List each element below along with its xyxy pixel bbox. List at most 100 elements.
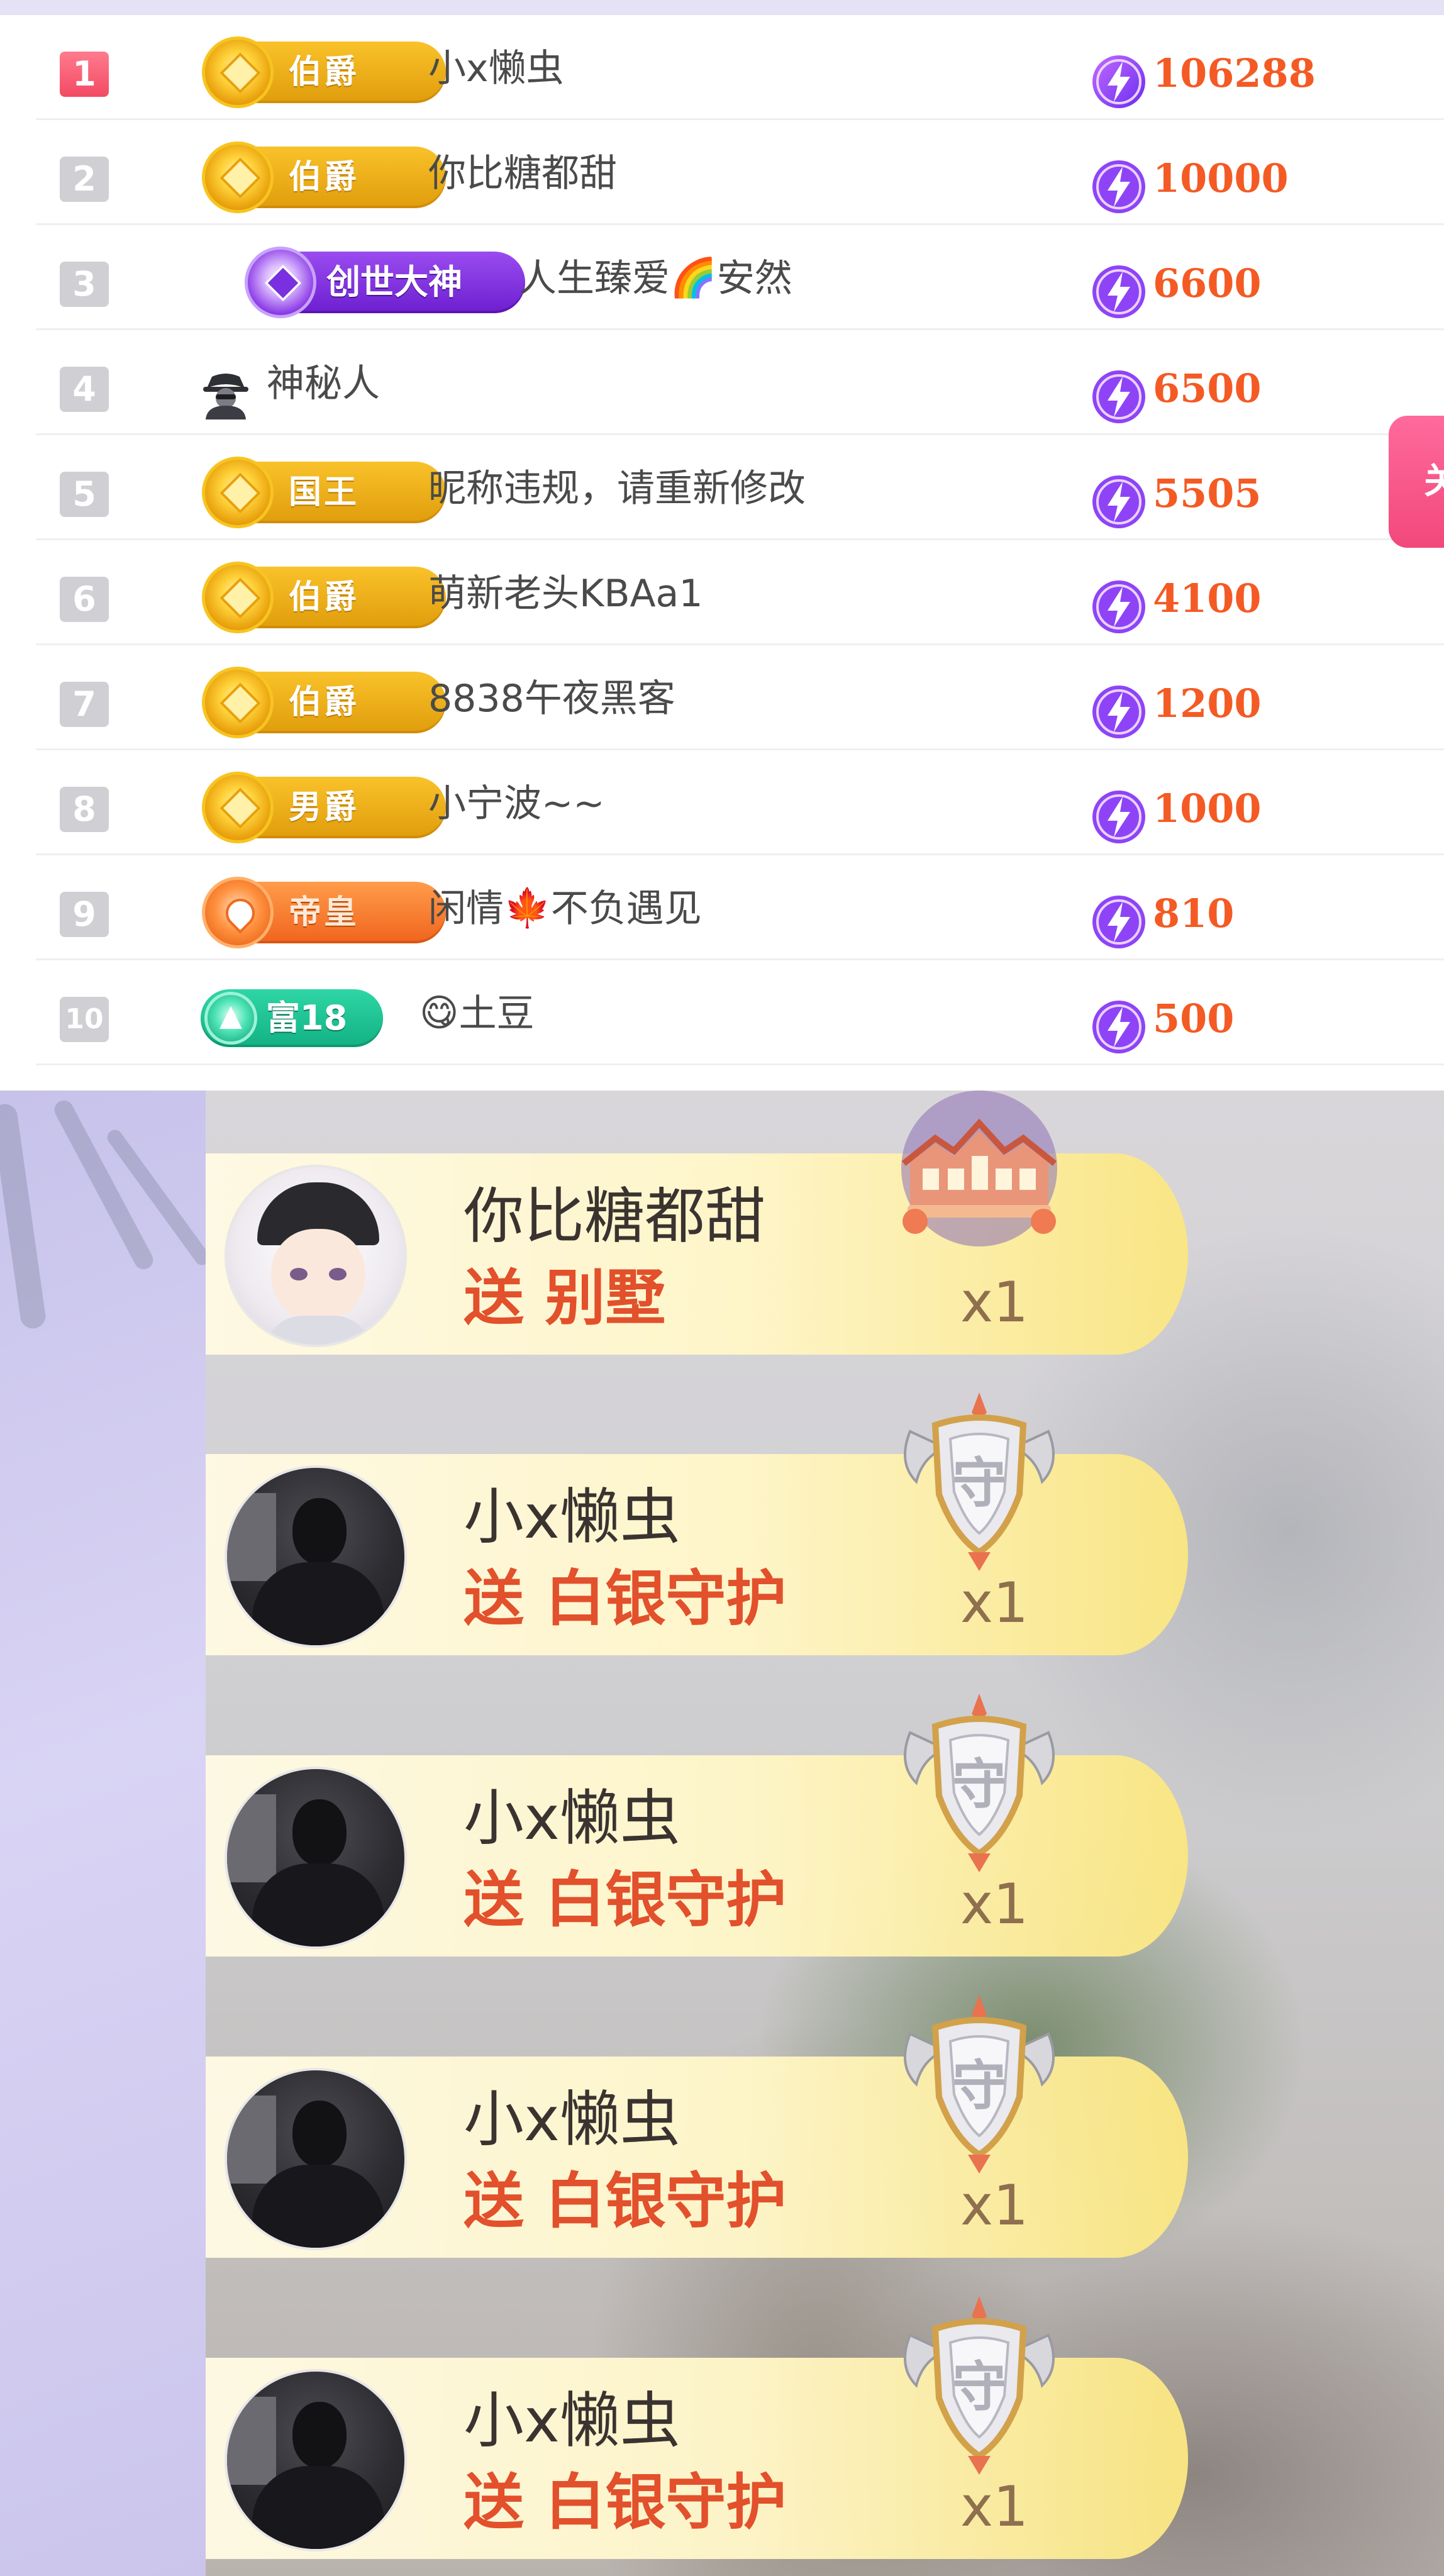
score-value: 500 — [1153, 996, 1235, 1041]
villa-icon — [901, 1091, 1057, 1246]
rank-number: 8 — [60, 787, 109, 832]
contribution-leaderboard: 1 伯爵 小x懒虫 106288 2 伯爵 你比糖都甜 10000 3 创世大神… — [0, 15, 1444, 1108]
gift-message: 小x懒虫 送 白银守护 x1 守 — [206, 1391, 1188, 1655]
avatar-eye — [290, 1268, 308, 1280]
leaderboard-row[interactable]: 7 伯爵 8838午夜黑客 1200 — [36, 645, 1444, 750]
user-name[interactable]: 小x懒虫 — [428, 40, 564, 97]
noble-emblem-icon — [202, 457, 274, 528]
avatar[interactable] — [225, 1767, 407, 1949]
shield-glyph: 守 — [952, 1452, 1006, 1515]
gift-sender-name[interactable]: 小x懒虫 — [464, 2383, 680, 2458]
user-name[interactable]: 人生臻爱🌈安然 — [519, 250, 792, 307]
live-room-background: 你比糖都甜 送 别墅 x1 小x懒虫 送 白银守护 x1 守 小x懒虫 送 白银… — [0, 1091, 1444, 2576]
badge-label: 男爵 — [289, 789, 360, 826]
noble-badge-baron: 男爵 — [202, 772, 446, 843]
gift-sender-name[interactable]: 你比糖都甜 — [464, 1179, 765, 1254]
badge-label: 帝皇 — [289, 894, 360, 931]
leaderboard-row[interactable]: 9 帝皇 闲情🍁不负遇见 810 — [36, 855, 1444, 960]
gift-message: 你比糖都甜 送 别墅 x1 — [206, 1091, 1188, 1355]
gift-count: x1 — [960, 1570, 1029, 1635]
leaderboard-row[interactable]: 8 男爵 小宁波~~ 1000 — [36, 750, 1444, 855]
gift-sender-name[interactable]: 小x懒虫 — [464, 2082, 680, 2157]
avatar-head — [292, 1498, 347, 1565]
rank-number: 1 — [60, 52, 109, 97]
noble-emblem-icon — [245, 247, 316, 318]
avatar-shirt — [265, 1316, 372, 1345]
yum-face-emoji-icon: 😋 — [419, 991, 459, 1036]
top-edge-bar — [0, 0, 1444, 15]
avatar-bg — [227, 1493, 276, 1581]
side-action-button[interactable]: 关 — [1389, 416, 1444, 548]
user-name[interactable]: 神秘人 — [267, 355, 380, 412]
gift-message: 小x懒虫 送 白银守护 x1 守 — [206, 2295, 1188, 2559]
score-value: 6600 — [1153, 260, 1262, 306]
leaderboard-row[interactable]: 4 神秘人 6500 — [36, 330, 1444, 435]
shield-glyph: 守 — [952, 2356, 1006, 2419]
user-name[interactable]: 小宁波~~ — [428, 775, 605, 832]
wealth-level-badge: 富18 — [201, 989, 383, 1047]
lightning-coin-icon — [1092, 686, 1145, 738]
noble-badge-earl: 伯爵 — [202, 36, 446, 108]
shield-glyph: 守 — [952, 2055, 1006, 2118]
gift-message: 小x懒虫 送 白银守护 x1 守 — [206, 1692, 1188, 1957]
avatar-head — [292, 2101, 347, 2167]
gift-sender-name[interactable]: 小x懒虫 — [464, 1479, 680, 1555]
user-name[interactable]: 你比糖都甜 — [428, 145, 617, 202]
badge-label: 国王 — [289, 474, 360, 511]
gift-sender-name[interactable]: 小x懒虫 — [464, 1780, 680, 1856]
leaderboard-row[interactable]: 1 伯爵 小x懒虫 106288 — [36, 15, 1444, 120]
noble-badge-creator-god: 创世大神 — [245, 247, 525, 318]
user-name[interactable]: 8838午夜黑客 — [428, 670, 675, 727]
gift-action-text: 送 白银守护 — [464, 1563, 787, 1634]
avatar[interactable] — [225, 1465, 407, 1648]
badge-label: 伯爵 — [289, 684, 360, 721]
rank-number: 2 — [60, 157, 109, 202]
avatar[interactable] — [225, 2068, 407, 2250]
avatar-eye — [329, 1268, 347, 1280]
gift-action-text: 送 白银守护 — [464, 1865, 787, 1935]
silver-guard-shield-icon: 守 — [904, 1694, 1055, 1872]
score-value: 5505 — [1153, 470, 1262, 516]
avatar[interactable] — [225, 2369, 407, 2551]
leaderboard-row[interactable]: 3 创世大神 人生臻爱🌈安然 6600 — [36, 225, 1444, 330]
rank-number: 9 — [60, 892, 109, 937]
score-value: 1200 — [1153, 680, 1262, 726]
user-name-suffix: 不负遇见 — [550, 887, 702, 931]
rainbow-emoji-icon: 🌈 — [670, 256, 717, 301]
lightning-coin-icon — [1092, 791, 1145, 843]
lightning-coin-icon — [1092, 370, 1145, 423]
avatar[interactable] — [225, 1165, 407, 1347]
gift-count: x1 — [960, 2474, 1029, 2539]
leaderboard-row[interactable]: 10 富18 😋土豆 500 — [36, 960, 1444, 1065]
user-name[interactable]: 昵称违规，请重新修改 — [428, 460, 806, 517]
user-name[interactable]: 萌新老头KBAa1 — [428, 565, 703, 622]
rank-number: 4 — [60, 367, 109, 412]
user-name[interactable]: 😋土豆 — [419, 985, 535, 1042]
gift-message: 小x懒虫 送 白银守护 x1 守 — [206, 1994, 1188, 2258]
silver-guard-shield-icon: 守 — [904, 2296, 1055, 2475]
avatar-head — [292, 2402, 347, 2468]
badge-label: 伯爵 — [289, 579, 360, 616]
leaderboard-row[interactable]: 6 伯爵 萌新老头KBAa1 4100 — [36, 540, 1444, 645]
score-value: 6500 — [1153, 365, 1262, 411]
user-name-text: 土豆 — [458, 992, 535, 1036]
score-value: 810 — [1153, 891, 1235, 936]
gift-action-text: 送 白银守护 — [464, 2166, 787, 2236]
score-value: 10000 — [1153, 155, 1289, 201]
noble-emblem-icon — [202, 877, 274, 948]
noble-emblem-icon — [202, 142, 274, 213]
avatar-bg — [227, 2096, 276, 2184]
noble-badge-earl: 伯爵 — [202, 667, 446, 738]
leaderboard-row[interactable]: 2 伯爵 你比糖都甜 10000 — [36, 120, 1444, 225]
leaderboard-row[interactable]: 5 国王 昵称违规，请重新修改 5505 — [36, 435, 1444, 540]
user-name[interactable]: 闲情🍁不负遇见 — [428, 880, 702, 937]
lightning-coin-icon — [1092, 580, 1145, 633]
avatar-bg — [227, 2397, 276, 2485]
user-name-text: 人生臻爱 — [519, 257, 670, 301]
score-value: 4100 — [1153, 575, 1262, 621]
lightning-coin-icon — [1092, 1001, 1145, 1053]
rank-number: 10 — [60, 997, 109, 1042]
user-name-suffix: 安然 — [716, 257, 792, 301]
score-value: 106288 — [1153, 50, 1316, 96]
score-value: 1000 — [1153, 786, 1262, 831]
